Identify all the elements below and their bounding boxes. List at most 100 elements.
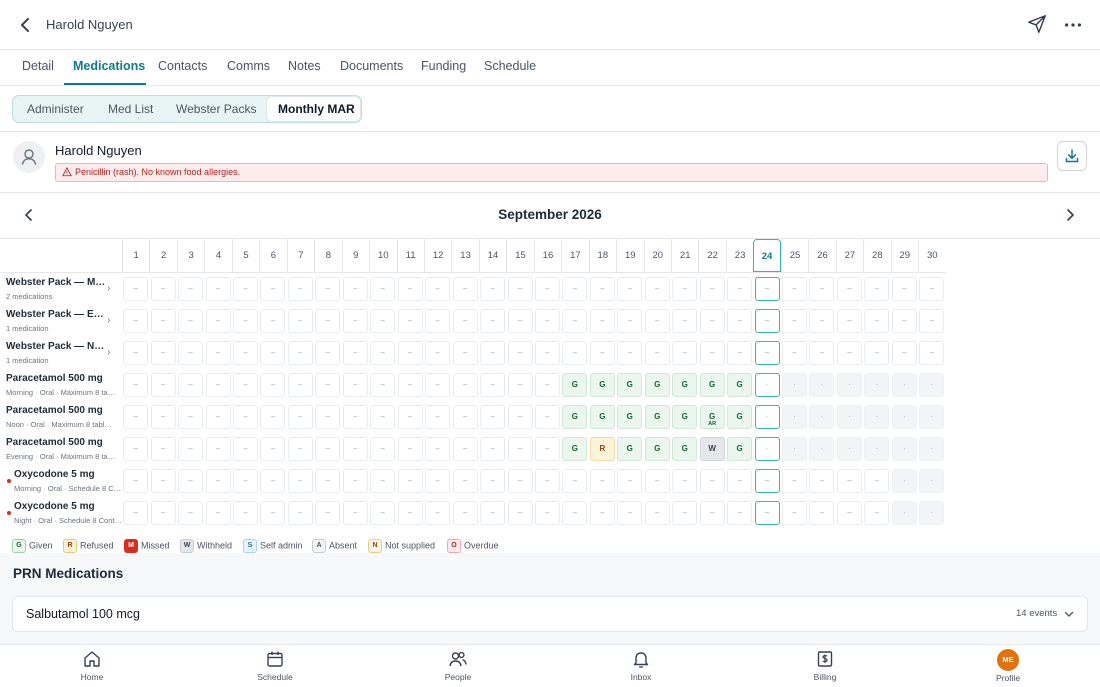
mar-cell-day-22[interactable]: – — [699, 341, 725, 365]
mar-cell-day-29[interactable]: · — [891, 405, 917, 429]
mar-cell-day-17[interactable]: – — [562, 341, 588, 365]
mar-cell-day-24[interactable]: · — [754, 405, 780, 429]
mar-cell-day-18[interactable]: – — [589, 277, 615, 301]
mar-cell-day-6[interactable]: – — [260, 309, 286, 333]
mar-cell-day-17[interactable]: – — [562, 501, 588, 525]
mar-cell-day-30[interactable]: · — [919, 469, 945, 493]
nav-home[interactable]: Home — [52, 649, 132, 682]
mar-cell-day-19[interactable]: G — [617, 373, 643, 397]
mar-cell-day-5[interactable]: – — [233, 309, 258, 333]
mar-cell-day-14[interactable]: – — [480, 501, 506, 525]
mar-cell-day-23[interactable]: – — [727, 469, 753, 493]
mar-cell-day-13[interactable]: – — [452, 373, 478, 397]
mar-cell-day-16[interactable]: – — [534, 501, 560, 525]
mar-row-label[interactable]: Webster Pack — Evening 1 medication › — [0, 305, 122, 337]
mar-cell-day-27[interactable]: – — [836, 277, 862, 301]
mar-cell-day-30[interactable]: – — [919, 309, 945, 333]
mar-cell-day-14[interactable]: – — [480, 309, 506, 333]
mar-cell-day-3[interactable]: – — [178, 405, 204, 429]
mar-cell-day-20[interactable]: – — [644, 341, 670, 365]
mar-cell-day-4[interactable]: – — [205, 309, 231, 333]
mar-cell-day-26[interactable]: · — [809, 373, 835, 397]
mar-cell-day-19[interactable]: – — [617, 341, 643, 365]
mar-cell-day-15[interactable]: – — [507, 341, 533, 365]
mar-cell-day-1[interactable]: – — [123, 501, 149, 525]
mar-cell-day-29[interactable]: – — [891, 277, 917, 301]
mar-cell-day-16[interactable]: – — [534, 405, 560, 429]
mar-cell-day-28[interactable]: – — [864, 309, 890, 333]
mar-cell-day-1[interactable]: – — [123, 437, 149, 461]
mar-cell-day-18[interactable]: – — [589, 309, 615, 333]
tab-medications[interactable]: Medications — [73, 59, 145, 73]
mar-cell-day-9[interactable]: – — [342, 405, 368, 429]
nav-profile[interactable]: ME Profile — [968, 649, 1048, 683]
mar-cell-day-13[interactable]: – — [452, 437, 478, 461]
chevron-down-icon[interactable] — [1063, 608, 1075, 620]
mar-cell-day-26[interactable]: · — [809, 437, 835, 461]
mar-row-label[interactable]: Webster Pack — Morning 2 medications › — [0, 273, 122, 305]
tab-funding[interactable]: Funding — [421, 59, 466, 73]
mar-cell-day-18[interactable]: R — [589, 437, 615, 461]
mar-cell-day-27[interactable]: – — [836, 309, 862, 333]
tab-notes[interactable]: Notes — [288, 59, 321, 73]
mar-cell-day-11[interactable]: – — [397, 437, 423, 461]
mar-cell-day-16[interactable]: – — [534, 373, 560, 397]
mar-cell-day-14[interactable]: – — [480, 437, 506, 461]
download-button[interactable] — [1057, 141, 1087, 171]
mar-cell-day-28[interactable]: · — [864, 373, 890, 397]
mar-cell-day-7[interactable]: – — [287, 277, 313, 301]
mar-cell-day-4[interactable]: – — [205, 437, 231, 461]
mar-cell-day-2[interactable]: – — [150, 277, 176, 301]
mar-cell-day-2[interactable]: – — [150, 405, 176, 429]
mar-cell-day-19[interactable]: – — [617, 501, 643, 525]
mar-cell-day-12[interactable]: – — [425, 501, 451, 525]
mar-cell-day-3[interactable]: – — [178, 341, 204, 365]
mar-cell-day-10[interactable]: – — [370, 437, 396, 461]
mar-cell-day-9[interactable]: – — [342, 309, 368, 333]
mar-cell-day-11[interactable]: – — [397, 341, 423, 365]
mar-cell-day-5[interactable]: – — [233, 341, 258, 365]
mar-cell-day-29[interactable]: – — [891, 309, 917, 333]
mar-cell-day-21[interactable]: G — [672, 405, 698, 429]
mar-cell-day-1[interactable]: – — [123, 277, 149, 301]
nav-billing[interactable]: Billing — [785, 649, 865, 682]
mar-cell-day-1[interactable]: – — [123, 373, 149, 397]
mar-cell-day-23[interactable]: – — [727, 501, 753, 525]
mar-cell-day-19[interactable]: – — [617, 277, 643, 301]
mar-cell-day-9[interactable]: – — [342, 469, 368, 493]
mar-cell-day-9[interactable]: – — [342, 277, 368, 301]
mar-cell-day-9[interactable]: – — [342, 501, 368, 525]
mar-cell-day-10[interactable]: – — [370, 309, 396, 333]
mar-cell-day-7[interactable]: – — [287, 341, 313, 365]
mar-cell-day-12[interactable]: – — [425, 309, 451, 333]
mar-cell-day-27[interactable]: – — [836, 469, 862, 493]
mar-cell-day-24[interactable]: – — [754, 309, 780, 333]
mar-cell-day-23[interactable]: – — [727, 341, 753, 365]
tab-contacts[interactable]: Contacts — [158, 59, 207, 73]
mar-cell-day-23[interactable]: G — [727, 437, 753, 461]
tab-detail[interactable]: Detail — [22, 59, 54, 73]
mar-cell-day-15[interactable]: – — [507, 469, 533, 493]
mar-cell-day-2[interactable]: – — [150, 437, 176, 461]
mar-cell-day-14[interactable]: – — [480, 341, 506, 365]
mar-cell-day-13[interactable]: – — [452, 501, 478, 525]
mar-cell-day-4[interactable]: – — [205, 405, 231, 429]
mar-cell-day-18[interactable]: – — [589, 469, 615, 493]
mar-row-label[interactable]: Webster Pack — Night 1 medication › — [0, 337, 122, 369]
mar-cell-day-7[interactable]: – — [287, 405, 313, 429]
nav-people[interactable]: People — [418, 649, 498, 682]
mar-cell-day-15[interactable]: – — [507, 309, 533, 333]
mar-cell-day-28[interactable]: · — [864, 405, 890, 429]
mar-cell-day-21[interactable]: G — [672, 373, 698, 397]
mar-cell-day-20[interactable]: – — [644, 469, 670, 493]
mar-cell-day-12[interactable]: – — [425, 469, 451, 493]
mar-cell-day-22[interactable]: W — [699, 437, 725, 461]
mar-cell-day-19[interactable]: G — [617, 437, 643, 461]
mar-cell-day-28[interactable]: – — [864, 341, 890, 365]
mar-cell-day-15[interactable]: – — [507, 373, 533, 397]
mar-cell-day-23[interactable]: G — [727, 405, 753, 429]
mar-cell-day-8[interactable]: – — [315, 277, 341, 301]
mar-cell-day-23[interactable]: G — [727, 373, 753, 397]
next-month-chevron-icon[interactable] — [1061, 206, 1079, 224]
mar-cell-day-8[interactable]: – — [315, 341, 341, 365]
